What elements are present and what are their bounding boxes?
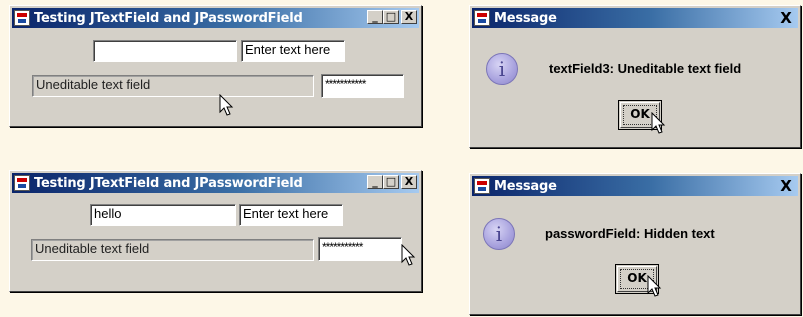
mouse-cursor-icon — [651, 112, 666, 134]
text-field-2[interactable]: Enter text here — [241, 40, 345, 62]
maximize-button[interactable]: □ — [383, 10, 399, 24]
message-dialog-1: Message X i textField3: Uneditable text … — [469, 5, 801, 148]
titlebar[interactable]: Message X — [472, 176, 798, 196]
titlebar[interactable]: Testing JTextField and JPasswordField _ … — [12, 8, 419, 28]
minimize-button[interactable]: _ — [367, 175, 383, 189]
maximize-button[interactable]: □ — [383, 175, 399, 189]
uneditable-text-field[interactable]: Uneditable text field — [31, 239, 314, 261]
java-app-icon — [14, 10, 30, 26]
uneditable-text-field[interactable]: Uneditable text field — [32, 75, 314, 97]
ok-button-label: OK — [627, 271, 647, 285]
java-app-icon — [14, 175, 30, 191]
jframe-window-2: Testing JTextField and JPasswordField _ … — [9, 170, 422, 292]
ok-button-label: OK — [630, 107, 650, 121]
jframe-window-1: Testing JTextField and JPasswordField _ … — [9, 5, 422, 127]
close-button[interactable]: X — [778, 177, 794, 195]
close-button[interactable]: X — [401, 10, 417, 24]
titlebar[interactable]: Testing JTextField and JPasswordField _ … — [12, 173, 419, 193]
mouse-cursor-icon — [401, 244, 416, 266]
password-field[interactable]: *********** — [318, 237, 402, 261]
text-field-1[interactable]: hello — [90, 204, 236, 226]
java-app-icon — [474, 178, 490, 194]
message-text: passwordField: Hidden text — [545, 226, 715, 241]
java-app-icon — [474, 10, 490, 26]
titlebar[interactable]: Message X — [472, 8, 798, 28]
window-controls: _ □ X — [367, 175, 417, 189]
window-title: Testing JTextField and JPasswordField — [34, 175, 303, 191]
mouse-cursor-icon — [647, 275, 662, 297]
text-field-2[interactable]: Enter text here — [239, 204, 343, 226]
dialog-title: Message — [494, 178, 557, 194]
window-controls: _ □ X — [367, 10, 417, 24]
information-icon: i — [486, 53, 518, 85]
information-icon: i — [483, 218, 515, 250]
minimize-button[interactable]: _ — [367, 10, 383, 24]
message-text: textField3: Uneditable text field — [549, 61, 742, 76]
close-button[interactable]: X — [401, 175, 417, 189]
dialog-title: Message — [494, 10, 557, 26]
close-button[interactable]: X — [778, 9, 794, 27]
password-field[interactable]: *********** — [321, 74, 404, 98]
mouse-cursor-icon — [219, 94, 234, 116]
window-title: Testing JTextField and JPasswordField — [34, 10, 303, 26]
text-field-1[interactable] — [93, 40, 237, 62]
message-dialog-2: Message X i passwordField: Hidden text O… — [469, 173, 801, 315]
